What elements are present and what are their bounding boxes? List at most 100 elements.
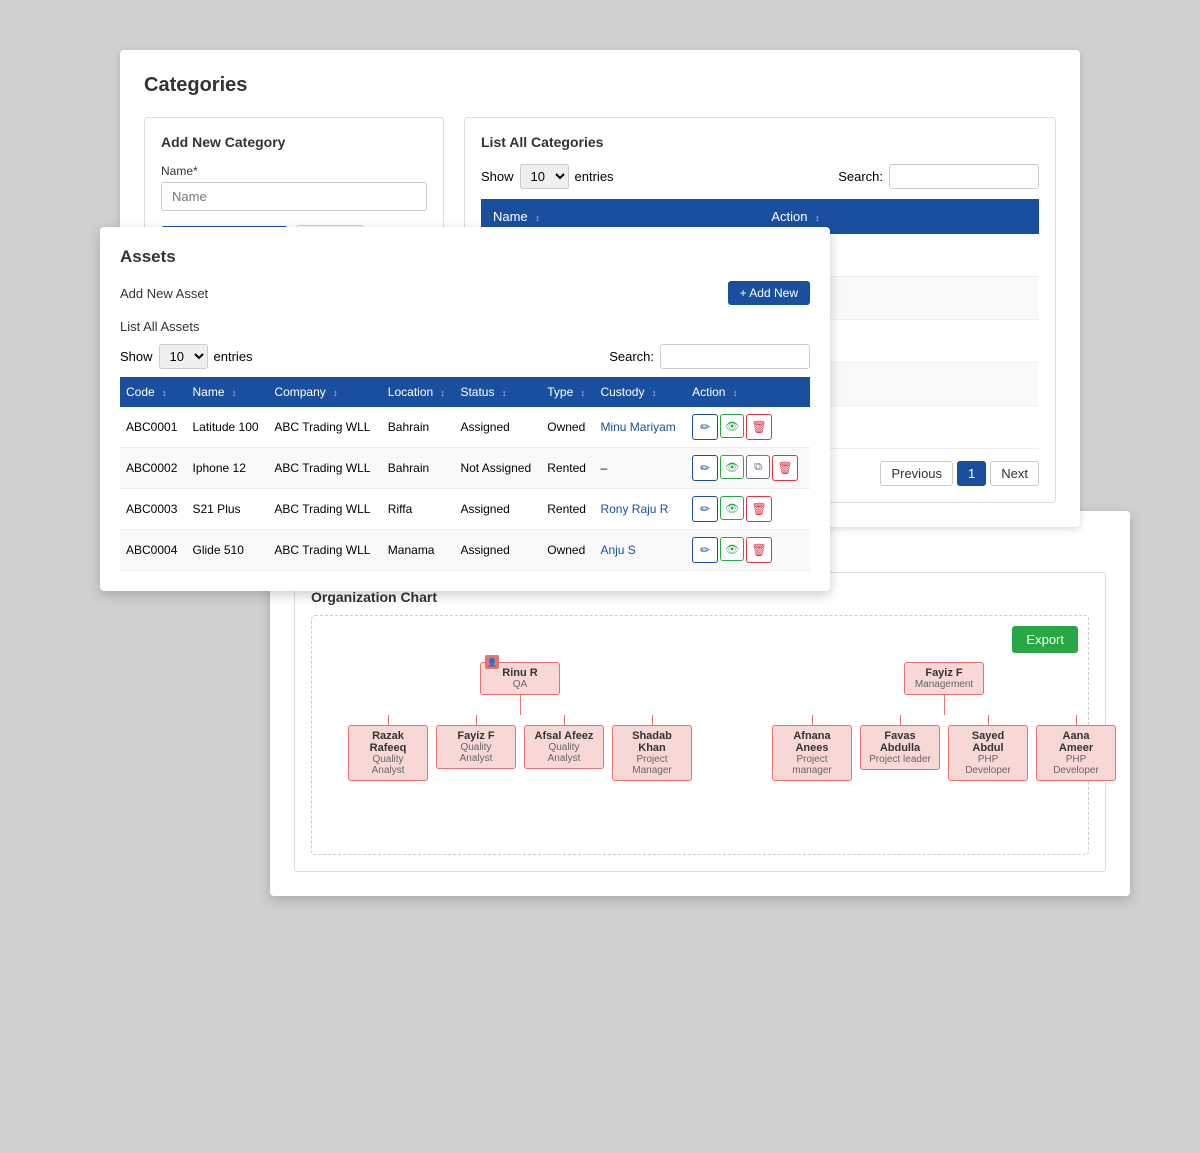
asset-location: Manama xyxy=(382,530,455,571)
node-name: Fayiz F xyxy=(445,730,507,742)
asset-status: Assigned xyxy=(454,407,541,448)
org-chart-area: Export 👤 Rinu R QA xyxy=(311,615,1089,855)
list-title: List All Categories xyxy=(481,134,1039,150)
show-entries: Show 10 25 50 entries xyxy=(481,164,614,189)
assets-search-box: Search: xyxy=(609,344,810,369)
node-name: Aana Ameer xyxy=(1045,730,1107,754)
node-name: Favas Abdulla xyxy=(869,730,931,754)
custody-link[interactable]: Rony Raju R xyxy=(600,502,668,516)
edit-button[interactable]: ✏ xyxy=(692,455,718,481)
export-button[interactable]: Export xyxy=(1012,626,1078,653)
org-node-child: Fayiz F Quality Analyst xyxy=(436,725,516,769)
next-button[interactable]: Next xyxy=(990,461,1039,486)
asset-code: ABC0001 xyxy=(120,407,187,448)
add-new-asset-button[interactable]: + Add New xyxy=(728,281,810,305)
node-name: Sayed Abdul xyxy=(957,730,1019,754)
asset-name: Glide 510 xyxy=(187,530,269,571)
node-role: PHP Developer xyxy=(957,754,1019,776)
sort-arrows-action: ↕ xyxy=(815,213,820,223)
asset-company: ABC Trading WLL xyxy=(268,530,381,571)
view-button[interactable]: 👁 xyxy=(720,455,744,479)
asset-location: Bahrain xyxy=(382,407,455,448)
node-role: Management xyxy=(913,679,975,690)
name-input[interactable] xyxy=(161,182,427,211)
org-node-child: Shadab Khan Project Manager xyxy=(612,725,692,781)
org-node-rinu: 👤 Rinu R QA xyxy=(480,662,560,695)
entries-select[interactable]: 10 25 50 xyxy=(520,164,569,189)
asset-name: Iphone 12 xyxy=(187,448,269,489)
asset-type: Rented xyxy=(541,448,594,489)
asset-company: ABC Trading WLL xyxy=(268,448,381,489)
asset-code: ABC0002 xyxy=(120,448,187,489)
asset-name: S21 Plus xyxy=(187,489,269,530)
org-inner-title: Organization Chart xyxy=(311,589,1089,605)
asset-name: Latitude 100 xyxy=(187,407,269,448)
asset-status: Assigned xyxy=(454,489,541,530)
assets-action-cell: ✏ 👁 🗑 xyxy=(692,537,804,563)
col-code: Code ↕ xyxy=(120,377,187,407)
asset-type: Rented xyxy=(541,489,594,530)
col-company: Company ↕ xyxy=(268,377,381,407)
asset-custody: Minu Mariyam xyxy=(594,407,686,448)
table-row: ABC0003 S21 Plus ABC Trading WLL Riffa A… xyxy=(120,489,810,530)
node-role: Quality Analyst xyxy=(357,754,419,776)
org-inner: Organization Chart Export 👤 Rinu R QA xyxy=(294,572,1106,872)
custody-link[interactable]: Minu Mariyam xyxy=(600,420,675,434)
copy-button[interactable]: ⧉ xyxy=(746,455,770,479)
asset-type: Owned xyxy=(541,530,594,571)
asset-custody: Rony Raju R xyxy=(594,489,686,530)
custody-link[interactable]: Anju S xyxy=(600,543,635,557)
node-name: Shadab Khan xyxy=(621,730,683,754)
asset-code: ABC0003 xyxy=(120,489,187,530)
view-button[interactable]: 👁 xyxy=(720,414,744,438)
assets-action-cell: ✏ 👁 ⧉ 🗑 xyxy=(692,455,804,481)
edit-button[interactable]: ✏ xyxy=(692,414,718,440)
edit-button[interactable]: ✏ xyxy=(692,496,718,522)
asset-custody: – xyxy=(594,448,686,489)
node-name: Afnana Anees xyxy=(781,730,843,754)
node-role: Project manager xyxy=(781,754,843,776)
table-row: ABC0001 Latitude 100 ABC Trading WLL Bah… xyxy=(120,407,810,448)
delete-button[interactable]: 🗑 xyxy=(746,496,772,522)
name-label: Name* xyxy=(161,164,427,178)
delete-button[interactable]: 🗑 xyxy=(772,455,798,481)
org-node-child: Favas Abdulla Project leader xyxy=(860,725,940,770)
delete-button[interactable]: 🗑 xyxy=(746,414,772,440)
list-all-label: List All Assets xyxy=(120,319,810,334)
col-status: Status ↕ xyxy=(454,377,541,407)
categories-title: Categories xyxy=(144,74,1056,97)
table-row: ABC0002 Iphone 12 ABC Trading WLL Bahrai… xyxy=(120,448,810,489)
view-button[interactable]: 👁 xyxy=(720,537,744,561)
org-node-child: Aana Ameer PHP Developer xyxy=(1036,725,1116,781)
prev-button[interactable]: Previous xyxy=(880,461,953,486)
col-name: Name ↕ xyxy=(187,377,269,407)
org-node-fayiz: Fayiz F Management xyxy=(904,662,984,695)
node-role: Project Manager xyxy=(621,754,683,776)
asset-custody: Anju S xyxy=(594,530,686,571)
assets-entries-select[interactable]: 10 25 50 xyxy=(159,344,208,369)
asset-status: Not Assigned xyxy=(454,448,541,489)
org-node-child: Afnana Anees Project manager xyxy=(772,725,852,781)
search-box: Search: xyxy=(838,164,1039,189)
node-role: Project leader xyxy=(869,754,931,765)
sort-arrows-name: ↕ xyxy=(535,213,540,223)
delete-button[interactable]: 🗑 xyxy=(746,537,772,563)
asset-type: Owned xyxy=(541,407,594,448)
assets-search-input[interactable] xyxy=(660,344,810,369)
node-name: Razak Rafeeq xyxy=(357,730,419,754)
view-button[interactable]: 👁 xyxy=(720,496,744,520)
search-input[interactable] xyxy=(889,164,1039,189)
page-1-button[interactable]: 1 xyxy=(957,461,986,486)
edit-button[interactable]: ✏ xyxy=(692,537,718,563)
org-node-child: Sayed Abdul PHP Developer xyxy=(948,725,1028,781)
table-row: ABC0004 Glide 510 ABC Trading WLL Manama… xyxy=(120,530,810,571)
asset-status: Assigned xyxy=(454,530,541,571)
assets-table: Code ↕ Name ↕ Company ↕ Location ↕ Statu… xyxy=(120,377,810,571)
org-node-child: Razak Rafeeq Quality Analyst xyxy=(348,725,428,781)
asset-code: ABC0004 xyxy=(120,530,187,571)
col-action: Action ↕ xyxy=(686,377,810,407)
col-location: Location ↕ xyxy=(382,377,455,407)
col-type: Type ↕ xyxy=(541,377,594,407)
node-name: Afsal Afeez xyxy=(533,730,595,742)
asset-location: Riffa xyxy=(382,489,455,530)
